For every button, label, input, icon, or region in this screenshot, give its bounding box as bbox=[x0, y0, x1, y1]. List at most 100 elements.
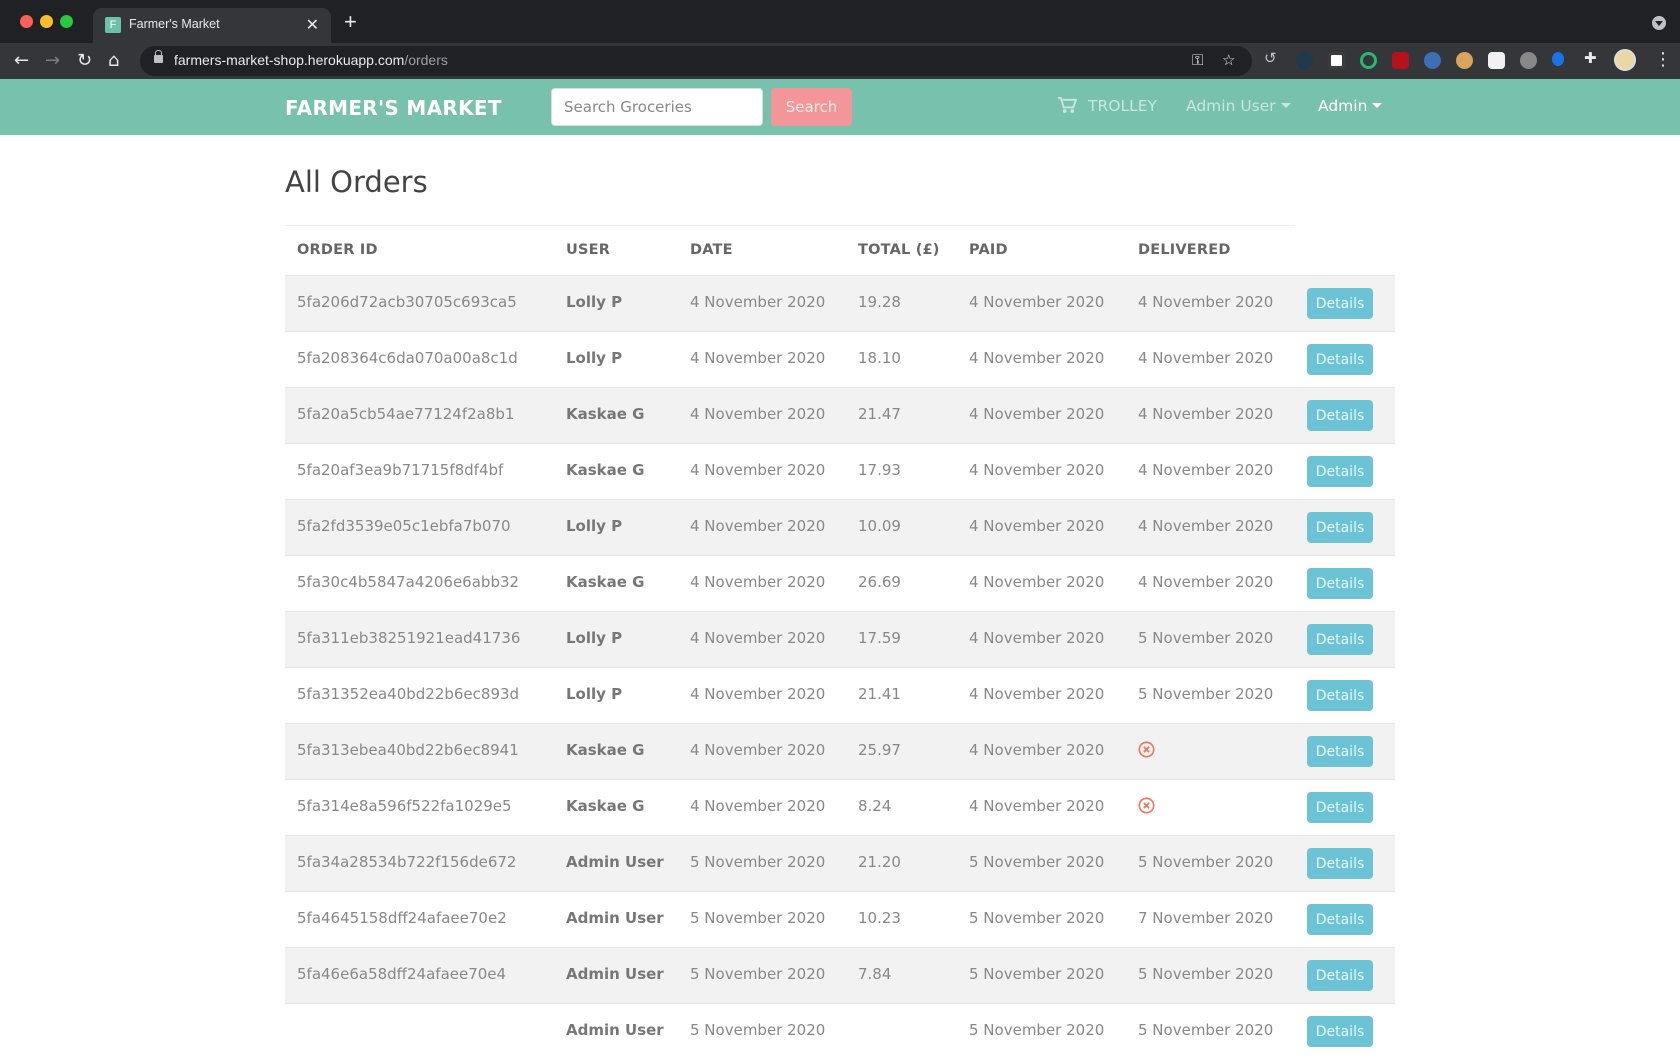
header-date: DATE bbox=[690, 242, 733, 258]
cookie-icon[interactable] bbox=[1456, 52, 1473, 69]
new-tab-button[interactable]: + bbox=[344, 9, 357, 35]
brand-logo[interactable]: FARMER'S MARKET bbox=[285, 96, 502, 120]
order-id-cell: 5fa31352ea40bd22b6ec893d bbox=[297, 685, 520, 703]
picture-in-picture-icon[interactable] bbox=[1328, 52, 1345, 69]
browser-tab[interactable]: F Farmer's Market ✕ bbox=[93, 8, 331, 43]
order-id-cell: 5fa314e8a596f522fa1029e5 bbox=[297, 797, 512, 815]
delivered-cell: 5 November 2020 bbox=[1138, 853, 1274, 871]
total-cell: 19.28 bbox=[858, 293, 901, 311]
extensions-puzzle-icon[interactable]: ✚ bbox=[1584, 49, 1601, 67]
delivered-cell: 5 November 2020 bbox=[1138, 1021, 1274, 1039]
home-icon[interactable]: ⌂ bbox=[108, 48, 119, 74]
reload-icon[interactable]: ↻ bbox=[77, 48, 92, 74]
url-host: farmers-market-shop.herokuapp.com bbox=[174, 52, 405, 68]
details-button[interactable]: Details bbox=[1307, 568, 1373, 599]
browser-toolbar: ← → ↻ ⌂ farmers-market-shop.herokuapp.co… bbox=[0, 43, 1680, 79]
table-row: 5fa31352ea40bd22b6ec893d Lolly P 4 Novembe… bbox=[285, 667, 1395, 723]
date-cell: 4 November 2020 bbox=[690, 741, 826, 759]
total-cell: 26.69 bbox=[858, 573, 901, 591]
history-extension-icon[interactable]: ↺ bbox=[1264, 49, 1281, 67]
extension-target-icon[interactable] bbox=[1360, 52, 1377, 69]
forward-icon[interactable]: → bbox=[45, 48, 60, 74]
window-zoom-button[interactable] bbox=[60, 15, 73, 28]
details-button[interactable]: Details bbox=[1307, 512, 1373, 543]
paid-cell: 4 November 2020 bbox=[969, 573, 1105, 591]
url-path: /orders bbox=[404, 52, 448, 68]
tab-search-icon[interactable] bbox=[1652, 16, 1666, 30]
ublock-icon[interactable] bbox=[1392, 52, 1409, 69]
order-id-cell: 5fa208364c6da070a00a8c1d bbox=[297, 349, 518, 367]
details-button[interactable]: Details bbox=[1307, 456, 1373, 487]
user-cell: Admin User bbox=[566, 965, 664, 983]
back-icon[interactable]: ← bbox=[14, 48, 29, 74]
user-cell: Kaskae G bbox=[566, 405, 645, 423]
order-id-cell: 5fa313ebea40bd22b6ec8941 bbox=[297, 741, 519, 759]
details-button[interactable]: Details bbox=[1307, 1016, 1373, 1047]
url-text[interactable]: farmers-market-shop.herokuapp.com/orders bbox=[174, 52, 448, 68]
paid-cell: 4 November 2020 bbox=[969, 797, 1105, 815]
window-minimize-button[interactable] bbox=[40, 15, 53, 28]
user-cell: Kaskae G bbox=[566, 461, 645, 479]
notes-extension-icon[interactable] bbox=[1488, 52, 1505, 69]
total-cell: 10.09 bbox=[858, 517, 901, 535]
film-extension-icon[interactable] bbox=[1520, 52, 1537, 69]
trolley-link[interactable]: TROLLEY bbox=[1088, 97, 1157, 115]
key-icon[interactable]: ⚿ bbox=[1192, 51, 1203, 69]
user-cell: Admin User bbox=[566, 909, 664, 927]
user-cell: Lolly P bbox=[566, 517, 623, 535]
details-button[interactable]: Details bbox=[1307, 400, 1373, 431]
address-bar[interactable]: farmers-market-shop.herokuapp.com/orders… bbox=[140, 46, 1252, 76]
details-button[interactable]: Details bbox=[1307, 680, 1373, 711]
react-devtools-icon[interactable] bbox=[1296, 52, 1313, 69]
total-cell: 21.41 bbox=[858, 685, 901, 703]
details-button[interactable]: Details bbox=[1307, 344, 1373, 375]
table-header: ORDER ID USER DATE TOTAL (£) PAID DELIVE… bbox=[285, 225, 1295, 275]
table-row: 5fa208364c6da070a00a8c1d Lolly P 4 Novembe… bbox=[285, 331, 1395, 387]
cart-icon[interactable] bbox=[1058, 97, 1077, 114]
date-cell: 4 November 2020 bbox=[690, 349, 826, 367]
details-button[interactable]: Details bbox=[1307, 792, 1373, 823]
table-row: Admin User 5 November 2020 5 November 2020… bbox=[285, 1003, 1395, 1059]
details-button[interactable]: Details bbox=[1307, 904, 1373, 935]
order-id-cell: 5fa34a28534b722f156de672 bbox=[297, 853, 517, 871]
details-button[interactable]: Details bbox=[1307, 960, 1373, 991]
search-button[interactable]: Search bbox=[771, 88, 852, 126]
total-cell: 21.47 bbox=[858, 405, 901, 423]
details-button[interactable]: Details bbox=[1307, 848, 1373, 879]
bookmark-star-icon[interactable]: ☆ bbox=[1222, 51, 1235, 69]
window-close-button[interactable] bbox=[20, 15, 33, 28]
table-row: 5fa311eb38251921ead41736 Lolly P 4 Novembe… bbox=[285, 611, 1395, 667]
browser-tab-bar: F Farmer's Market ✕ + bbox=[0, 0, 1680, 43]
table-row: 5fa34a28534b722f156de672 Admin User 5 Nove… bbox=[285, 835, 1395, 891]
user-cell: Kaskae G bbox=[566, 741, 645, 759]
order-id-cell: 5fa20af3ea9b71715f8df4bf bbox=[297, 461, 504, 479]
profile-avatar[interactable] bbox=[1614, 49, 1636, 71]
user-cell: Lolly P bbox=[566, 349, 623, 367]
delivered-cell: 7 November 2020 bbox=[1138, 909, 1274, 927]
order-id-cell: 5fa311eb38251921ead41736 bbox=[297, 629, 521, 647]
paid-cell: 4 November 2020 bbox=[969, 741, 1105, 759]
details-button[interactable]: Details bbox=[1307, 624, 1373, 655]
user-cell: Admin User bbox=[566, 1021, 664, 1039]
paid-cell: 5 November 2020 bbox=[969, 965, 1105, 983]
table-row: 5fa20af3ea9b71715f8df4bf Kaskae G 4 Novemb… bbox=[285, 443, 1395, 499]
close-tab-icon[interactable]: ✕ bbox=[306, 15, 319, 35]
search-input[interactable] bbox=[551, 88, 763, 126]
user-cell: Admin User bbox=[566, 853, 664, 871]
header-user: USER bbox=[566, 242, 611, 258]
table-body: 5fa206d72acb30705c693ca5 Lolly P 4 Novembe… bbox=[285, 275, 1395, 1059]
admin-menu-dropdown[interactable]: Admin bbox=[1318, 97, 1383, 115]
page-title: All Orders bbox=[285, 165, 428, 199]
total-cell: 18.10 bbox=[858, 349, 901, 367]
details-button[interactable]: Details bbox=[1307, 736, 1373, 767]
browser-menu-icon[interactable]: ⋮ bbox=[1654, 48, 1672, 72]
delivered-cell: 4 November 2020 bbox=[1138, 405, 1274, 423]
paid-cell: 4 November 2020 bbox=[969, 629, 1105, 647]
extension-swirl-icon[interactable] bbox=[1424, 52, 1441, 69]
total-cell: 25.97 bbox=[858, 741, 901, 759]
user-menu-dropdown[interactable]: Admin User bbox=[1186, 97, 1291, 115]
date-cell: 4 November 2020 bbox=[690, 461, 826, 479]
user-cell: Kaskae G bbox=[566, 573, 645, 591]
sync-extension-icon[interactable] bbox=[1552, 52, 1564, 66]
details-button[interactable]: Details bbox=[1307, 288, 1373, 319]
